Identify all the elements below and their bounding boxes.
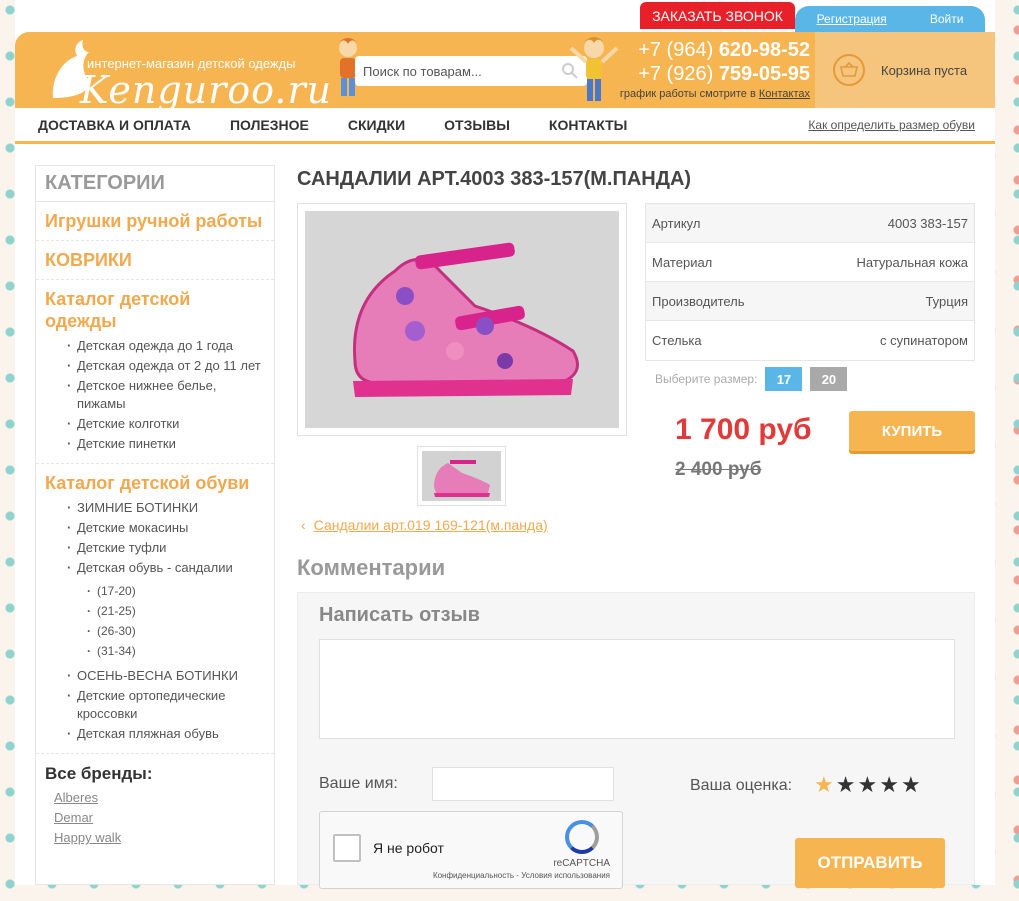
size-label: Выберите размер: bbox=[655, 372, 758, 386]
rating-label: Ваша оценка: bbox=[690, 777, 793, 794]
chevron-left-icon: ‹ bbox=[301, 517, 306, 533]
cart-status: Корзина пуста bbox=[881, 62, 968, 78]
star-icon[interactable]: ★ bbox=[879, 773, 899, 797]
brand-link[interactable]: Alberes bbox=[36, 788, 274, 808]
product-properties: Артикул 4003 383-157 Материал Натуральная … bbox=[645, 203, 975, 361]
sidebar-subitem[interactable]: Детское нижнее белье, пижамы bbox=[67, 377, 265, 413]
brands-heading: Все бренды: bbox=[45, 764, 153, 783]
size-option-20[interactable]: 20 bbox=[810, 367, 848, 391]
contacts-link[interactable]: Контактах bbox=[759, 88, 810, 100]
sandal-size-link[interactable]: (21-25) bbox=[87, 601, 265, 621]
sidebar-category-rugs: КОВРИКИ bbox=[36, 241, 274, 280]
nav-reviews[interactable]: ОТЗЫВЫ bbox=[444, 117, 510, 133]
submit-review-button[interactable]: ОТПРАВИТЬ bbox=[795, 838, 945, 888]
product-title: САНДАЛИИ АРТ.4003 383-157(М.ПАНДА) bbox=[297, 168, 692, 190]
size-selector: Выберите размер: 17 20 bbox=[655, 367, 848, 391]
recaptcha-brand: reCAPTCHA bbox=[553, 858, 610, 869]
nav-contacts[interactable]: КОНТАКТЫ bbox=[549, 117, 627, 133]
sandal-size-link[interactable]: (26-30) bbox=[87, 621, 265, 641]
star-icon[interactable]: ★ bbox=[814, 773, 834, 797]
register-link[interactable]: Регистрация bbox=[817, 12, 887, 26]
review-form-title: Написать отзыв bbox=[319, 604, 480, 626]
phone-2[interactable]: +7 (926) 759-05-95 bbox=[610, 62, 810, 86]
sandal-photo bbox=[305, 211, 619, 428]
recaptcha-label: Я не робот bbox=[373, 840, 444, 856]
name-input[interactable] bbox=[432, 767, 614, 801]
sidebar-category-clothes: Каталог детской одежды Детская одежда до… bbox=[36, 280, 274, 464]
product-thumbnail[interactable] bbox=[417, 446, 506, 506]
order-call-button[interactable]: ЗАКАЗАТЬ ЗВОНОК bbox=[640, 2, 795, 29]
sidebar-subitem[interactable]: ОСЕНЬ-ВЕСНА БОТИНКИ bbox=[67, 667, 265, 685]
schedule-note: график работы смотрите в Контактах bbox=[619, 88, 810, 100]
buy-button[interactable]: КУПИТЬ bbox=[849, 411, 975, 451]
nav-discounts[interactable]: СКИДКИ bbox=[348, 117, 405, 133]
cart[interactable]: Корзина пуста bbox=[815, 32, 995, 108]
nav-useful[interactable]: ПОЛЕЗНОЕ bbox=[230, 117, 309, 133]
site-header: интернет-магазин детской одежды Kenguroo… bbox=[15, 32, 995, 112]
recaptcha-logo-icon bbox=[565, 820, 599, 854]
category-toys-link[interactable]: Игрушки ручной работы bbox=[45, 210, 265, 232]
prop-row: Производитель Турция bbox=[646, 282, 974, 321]
sidebar-subitem[interactable]: Детская одежда от 2 до 11 лет bbox=[67, 357, 265, 375]
recaptcha-checkbox[interactable] bbox=[333, 834, 361, 862]
review-textarea[interactable] bbox=[319, 639, 955, 739]
recaptcha-widget: Я не робот reCAPTCHA Конфиденциальность … bbox=[319, 811, 623, 889]
prop-row: Артикул 4003 383-157 bbox=[646, 204, 974, 243]
category-rugs-link[interactable]: КОВРИКИ bbox=[45, 249, 265, 271]
star-icon[interactable]: ★ bbox=[901, 773, 921, 797]
logo-text[interactable]: Kenguroo.ru bbox=[80, 68, 332, 112]
login-link[interactable]: Войти bbox=[930, 12, 964, 26]
category-shoes-link[interactable]: Каталог детской обуви bbox=[45, 472, 265, 494]
review-form: Написать отзыв Ваше имя: Ваша оценка: ★ ★… bbox=[297, 592, 975, 889]
sidebar-category-shoes: Каталог детской обуви ЗИМНИЕ БОТИНКИ Дет… bbox=[36, 464, 274, 754]
sidebar-heading: КАТЕГОРИИ bbox=[36, 166, 274, 202]
thumbnail-photo bbox=[422, 451, 501, 501]
recaptcha-terms[interactable]: Конфиденциальность - Условия использован… bbox=[433, 871, 610, 880]
brand-link[interactable]: Demar bbox=[36, 808, 274, 828]
star-icon[interactable]: ★ bbox=[857, 773, 877, 797]
sidebar-subitem[interactable]: Детская пляжная обувь bbox=[67, 725, 265, 743]
page-container: ЗАКАЗАТЬ ЗВОНОК Регистрация Войти интерн… bbox=[15, 0, 995, 889]
previous-product-link[interactable]: ‹ Сандалии арт.019 169-121(м.панда) bbox=[301, 517, 548, 533]
category-clothes-link[interactable]: Каталог детской одежды bbox=[45, 288, 265, 332]
star-icon[interactable]: ★ bbox=[836, 773, 856, 797]
prop-row: Материал Натуральная кожа bbox=[646, 243, 974, 282]
sidebar-subitem[interactable]: Детская обувь - сандалии bbox=[67, 559, 265, 577]
rating-stars: ★ ★ ★ ★ ★ bbox=[814, 773, 923, 797]
phone-1[interactable]: +7 (964) 620-98-52 bbox=[610, 38, 810, 62]
sidebar-category-toys: Игрушки ручной работы bbox=[36, 202, 274, 241]
sidebar-subitem[interactable]: Детские мокасины bbox=[67, 519, 265, 537]
product-main-image[interactable] bbox=[297, 203, 627, 436]
comments-heading: Комментарии bbox=[297, 555, 446, 580]
name-label: Ваше имя: bbox=[319, 775, 398, 792]
sidebar-subitem[interactable]: Детские колготки bbox=[67, 415, 265, 433]
current-price: 1 700 руб bbox=[675, 413, 812, 446]
basket-icon bbox=[833, 54, 865, 86]
old-price: 2 400 руб bbox=[675, 459, 762, 480]
sidebar-subitem[interactable]: ЗИМНИЕ БОТИНКИ bbox=[67, 499, 265, 517]
product-main: САНДАЛИИ АРТ.4003 383-157(М.ПАНДА) Артик… bbox=[297, 165, 977, 889]
size-option-17[interactable]: 17 bbox=[765, 367, 803, 391]
sidebar-subitem[interactable]: Детская одежда до 1 года bbox=[67, 337, 265, 355]
sidebar-subitem[interactable]: Детские ортопедические кроссовки bbox=[67, 687, 265, 723]
nav-delivery[interactable]: ДОСТАВКА И ОПЛАТА bbox=[38, 117, 191, 133]
search-box bbox=[355, 56, 587, 86]
search-input[interactable] bbox=[363, 63, 561, 79]
sandal-size-link[interactable]: (17-20) bbox=[87, 581, 265, 601]
main-nav: ДОСТАВКА И ОПЛАТА ПОЛЕЗНОЕ СКИДКИ ОТЗЫВЫ… bbox=[15, 108, 995, 144]
sandal-size-link[interactable]: (31-34) bbox=[87, 641, 265, 661]
sidebar-subitem[interactable]: Детские туфли bbox=[67, 539, 265, 557]
phone-block: +7 (964) 620-98-52 +7 (926) 759-05-95 гр… bbox=[610, 38, 810, 100]
size-guide-link[interactable]: Как определить размер обуви bbox=[808, 118, 975, 132]
category-sidebar: КАТЕГОРИИ Игрушки ручной работы КОВРИКИ … bbox=[35, 165, 275, 885]
prop-row: Стелька с супинатором bbox=[646, 321, 974, 360]
sidebar-subitem[interactable]: Детские пинетки bbox=[67, 435, 265, 453]
brand-link[interactable]: Happy walk bbox=[36, 828, 274, 848]
auth-bar: Регистрация Войти bbox=[795, 6, 985, 32]
